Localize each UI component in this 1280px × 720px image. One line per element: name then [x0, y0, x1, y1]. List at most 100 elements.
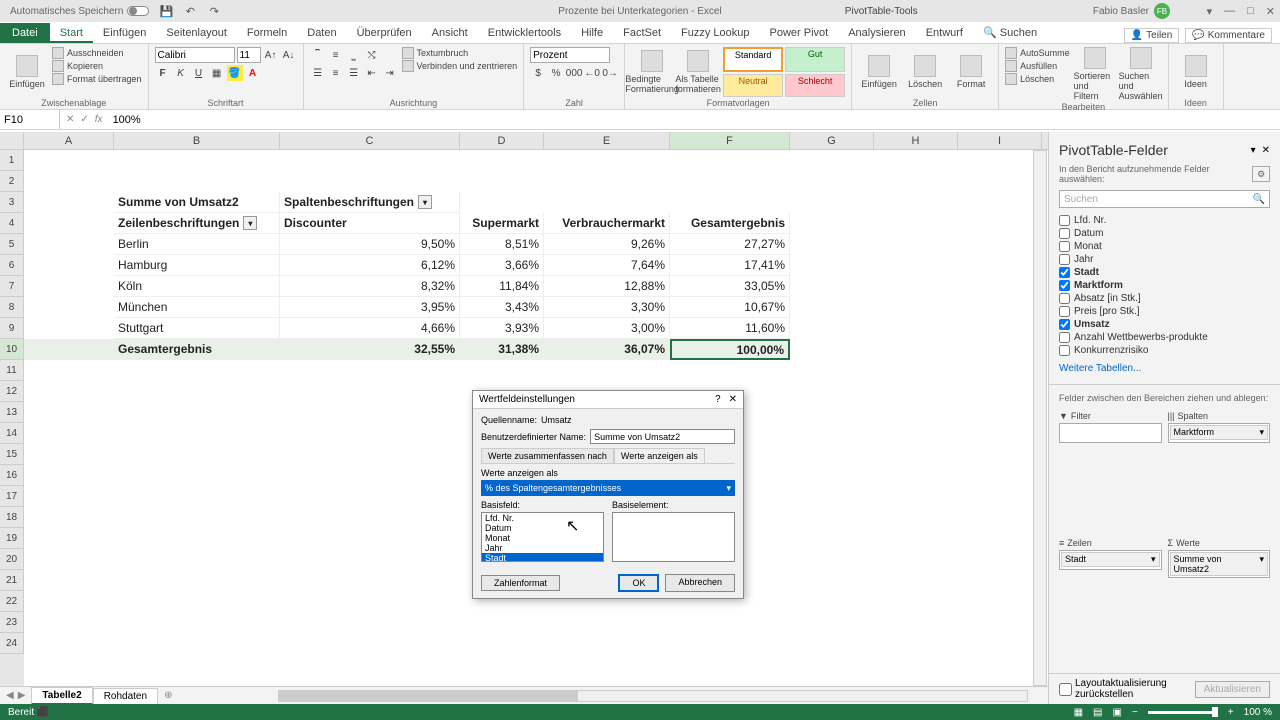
field-checkbox-item[interactable]: Stadt [1059, 266, 1270, 279]
view-pagelayout-icon[interactable]: ▤ [1093, 707, 1102, 718]
field-checkbox-item[interactable]: Absatz [in Stk.] [1059, 292, 1270, 305]
list-item[interactable]: Datum [482, 523, 603, 533]
custom-name-input[interactable] [590, 429, 735, 444]
tab-file[interactable]: Datei [0, 23, 50, 43]
cancel-button[interactable]: Abbrechen [665, 574, 735, 592]
cell[interactable]: 3,00% [544, 318, 670, 339]
minimize-icon[interactable]: — [1224, 5, 1235, 18]
tab-formulas[interactable]: Formeln [237, 23, 297, 43]
field-checkbox-item[interactable]: Konkurrenzrisiko [1059, 344, 1270, 357]
redo-icon[interactable]: ↷ [207, 4, 221, 18]
maximize-icon[interactable]: □ [1247, 5, 1254, 18]
fill-color-button[interactable]: 🪣 [227, 65, 243, 81]
italic-button[interactable]: K [173, 65, 189, 81]
row-header[interactable]: 11 [0, 360, 24, 381]
number-format-button[interactable]: Zahlenformat [481, 575, 560, 591]
row-header[interactable]: 17 [0, 486, 24, 507]
ideas-button[interactable]: Ideen [1175, 47, 1217, 97]
field-checkbox-item[interactable]: Jahr [1059, 253, 1270, 266]
cell[interactable]: 10,67% [670, 297, 790, 318]
cell[interactable]: 3,66% [460, 255, 544, 276]
cell[interactable]: Zeilenbeschriftungen▾ [114, 213, 280, 234]
macro-record-icon[interactable]: ⬛ [37, 707, 49, 718]
find-select-button[interactable]: Suchen und Auswählen [1120, 47, 1162, 101]
cell[interactable]: 100,00% [670, 339, 790, 360]
col-header[interactable]: A [24, 132, 114, 149]
tab-developer[interactable]: Entwicklertools [478, 23, 571, 43]
cell[interactable]: Discounter [280, 213, 460, 234]
row-header[interactable]: 8 [0, 297, 24, 318]
align-right-icon[interactable]: ☰ [346, 65, 362, 81]
sort-filter-button[interactable]: Sortieren und Filtern [1074, 47, 1116, 101]
row-header[interactable]: 20 [0, 549, 24, 570]
close-icon[interactable]: ✕ [1266, 5, 1275, 18]
horizontal-scrollbar[interactable] [278, 690, 1028, 702]
values-drop-zone[interactable]: Summe von Umsatz2▾ [1168, 550, 1271, 578]
align-middle-icon[interactable]: ≡ [328, 47, 344, 63]
row-header[interactable]: 23 [0, 612, 24, 633]
field-checkbox-item[interactable]: Preis [pro Stk.] [1059, 305, 1270, 318]
cell[interactable]: Stuttgart [114, 318, 280, 339]
row-header[interactable]: 13 [0, 402, 24, 423]
cell[interactable]: 17,41% [670, 255, 790, 276]
row-header[interactable]: 6 [0, 255, 24, 276]
cell[interactable]: 31,38% [460, 339, 544, 360]
cell[interactable]: Verbrauchermarkt [544, 213, 670, 234]
baseelement-list[interactable] [612, 512, 735, 562]
style-gut[interactable]: Gut [785, 47, 845, 72]
field-checkbox-item[interactable]: Anzahl Wettbewerbs-produkte [1059, 331, 1270, 344]
dialog-help-icon[interactable]: ? [715, 394, 721, 405]
indent-dec-icon[interactable]: ⇤ [364, 65, 380, 81]
cell[interactable]: Gesamtergebnis [114, 339, 280, 360]
zoom-slider[interactable] [1148, 711, 1218, 714]
show-as-select[interactable]: % des Spaltengesamtergebnisses▾ [481, 480, 735, 496]
col-header[interactable]: D [460, 132, 544, 149]
pivot-search-input[interactable]: Suchen 🔍 [1059, 190, 1270, 208]
tab-design[interactable]: Entwurf [916, 23, 973, 43]
tab-pagelayout[interactable]: Seitenlayout [156, 23, 237, 43]
style-schlecht[interactable]: Schlecht [785, 74, 845, 97]
format-painter-button[interactable]: Format übertragen [52, 73, 142, 85]
view-normal-icon[interactable]: ▦ [1074, 707, 1083, 718]
row-field-item[interactable]: Stadt▾ [1061, 552, 1160, 567]
cell[interactable]: 12,88% [544, 276, 670, 297]
select-all-corner[interactable] [0, 132, 24, 149]
underline-button[interactable]: U [191, 65, 207, 81]
tab-analyze[interactable]: Analysieren [838, 23, 915, 43]
columns-drop-zone[interactable]: Marktform▾ [1168, 423, 1271, 443]
cond-format-button[interactable]: Bedingte Formatierung [631, 47, 673, 97]
row-header[interactable]: 1 [0, 150, 24, 171]
cell[interactable]: 7,64% [544, 255, 670, 276]
clear-button[interactable]: Löschen [1005, 73, 1070, 85]
sheet-tab-tabelle2[interactable]: Tabelle2 [31, 687, 92, 705]
tab-search[interactable]: 🔍 Suchen [973, 22, 1047, 43]
filter-drop-zone[interactable] [1059, 423, 1162, 443]
row-header[interactable]: 14 [0, 423, 24, 444]
new-sheet-button[interactable]: ⊕ [158, 690, 178, 701]
user-account[interactable]: Fabio Basler FB [1093, 3, 1170, 19]
cell[interactable] [24, 339, 114, 360]
col-header[interactable]: H [874, 132, 958, 149]
tab-start[interactable]: Start [50, 23, 93, 43]
share-button[interactable]: 👤 Teilen [1124, 28, 1180, 43]
wrap-text-button[interactable]: Textumbruch [402, 47, 518, 59]
row-header[interactable]: 22 [0, 591, 24, 612]
tab-help[interactable]: Hilfe [571, 23, 613, 43]
cell[interactable]: 33,05% [670, 276, 790, 297]
inc-decimal-icon[interactable]: ←0 [584, 65, 600, 81]
align-left-icon[interactable]: ☰ [310, 65, 326, 81]
fx-icon[interactable]: fx [95, 114, 103, 125]
bold-button[interactable]: F [155, 65, 171, 81]
value-field-item[interactable]: Summe von Umsatz2▾ [1170, 552, 1269, 576]
sheet-tab-rohdaten[interactable]: Rohdaten [93, 688, 158, 704]
shrink-font-icon[interactable]: A↓ [281, 47, 297, 63]
cell[interactable]: 4,66% [280, 318, 460, 339]
field-checkbox-item[interactable]: Umsatz [1059, 318, 1270, 331]
sheet-nav-prev-icon[interactable]: ◀ [6, 690, 14, 701]
comma-icon[interactable]: 000 [566, 65, 582, 81]
align-center-icon[interactable]: ≡ [328, 65, 344, 81]
cut-button[interactable]: Ausschneiden [52, 47, 142, 59]
tab-review[interactable]: Überprüfen [347, 23, 422, 43]
comments-button[interactable]: 💬 Kommentare [1185, 28, 1272, 43]
autosave-toggle[interactable]: Automatisches Speichern [10, 6, 149, 17]
